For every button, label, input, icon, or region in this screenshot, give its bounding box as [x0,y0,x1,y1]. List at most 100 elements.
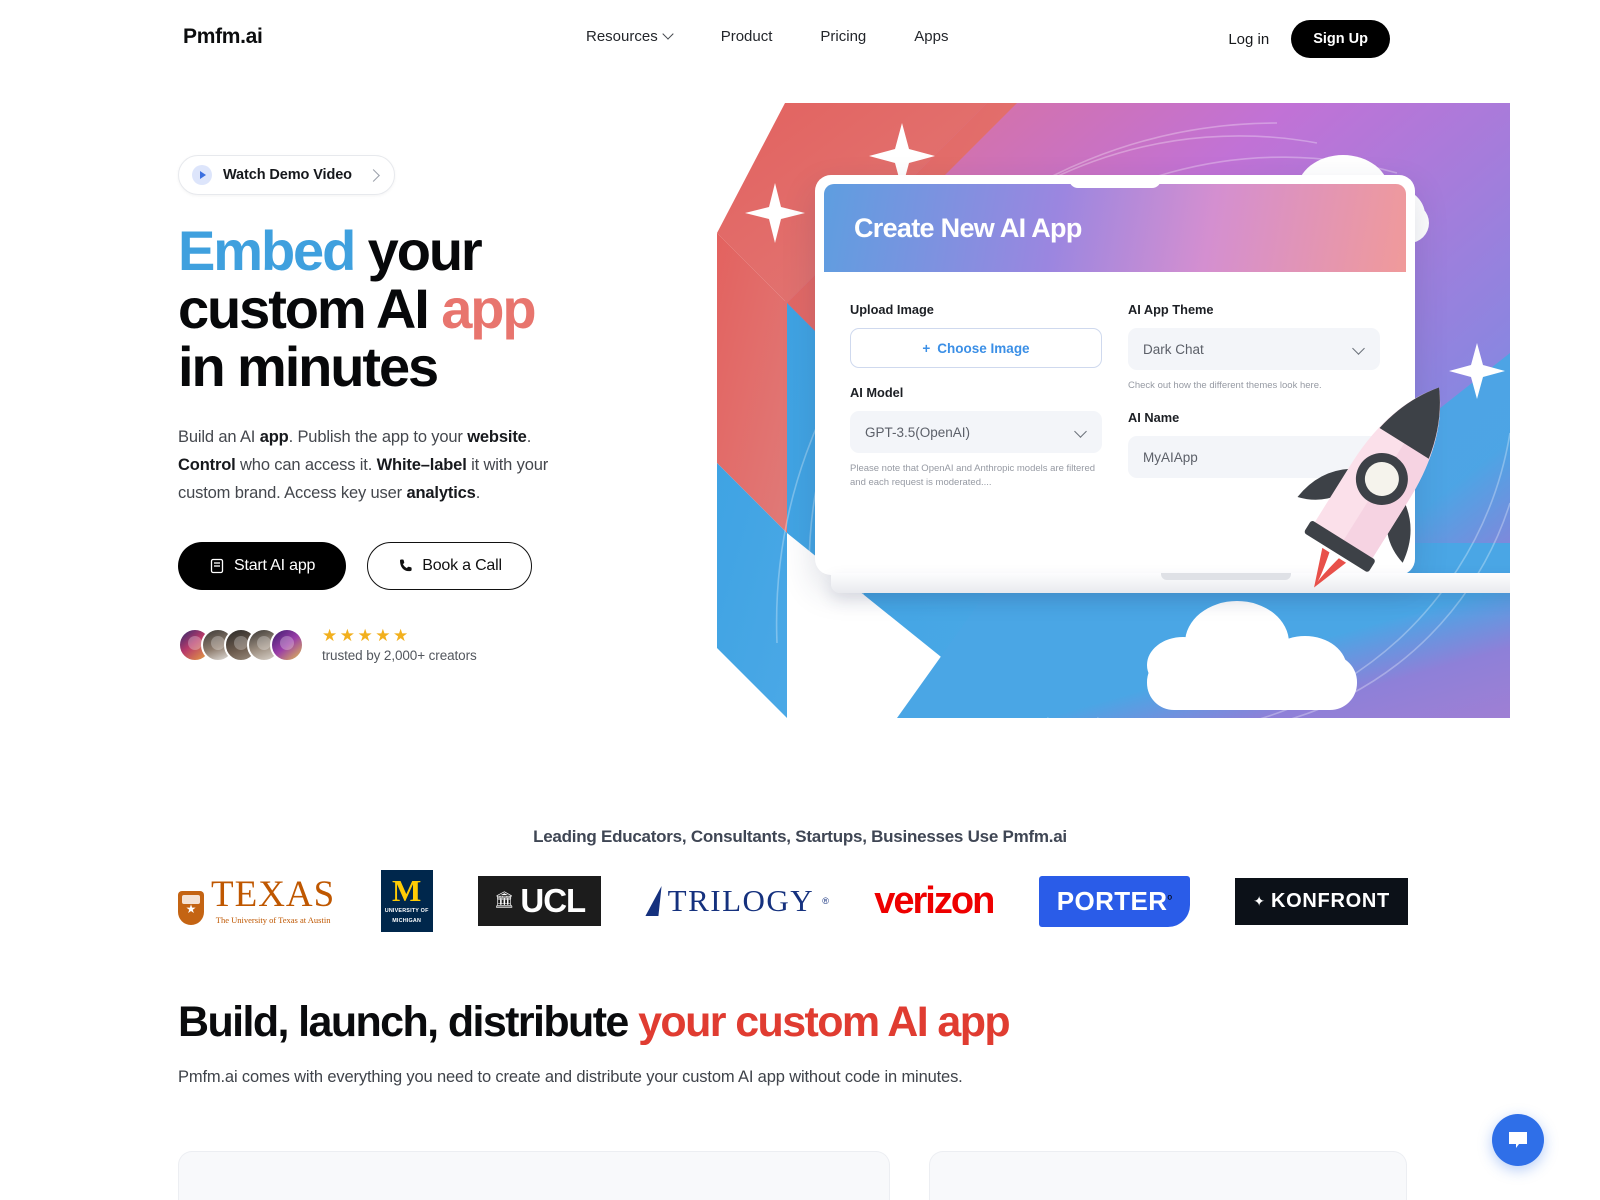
trilogy-triangle-icon [645,886,662,916]
michigan-m-letter: M [392,873,422,909]
top-navigation-bar: Pmfm.ai Resources Product Pricing Apps L… [0,0,1600,76]
chevron-down-icon [664,30,673,39]
document-icon [209,558,225,574]
ai-model-select[interactable]: GPT-3.5(OpenAI) [850,411,1102,453]
rating-block: ★★★★★ trusted by 2,000+ creators [322,627,477,663]
star-rating-icon: ★★★★★ [322,625,411,645]
brand-logo-konfront: ✦ KONFRONT [1235,868,1408,934]
verizon-wordmark: verizon [874,879,995,922]
michigan-line1: UNIVERSITY OF [384,908,429,915]
nav-link-resources-label: Resources [586,28,658,45]
watch-demo-video-button[interactable]: Watch Demo Video [178,155,395,195]
para-b1: app [259,427,289,446]
nav-link-pricing[interactable]: Pricing [820,28,866,45]
start-ai-app-button[interactable]: Start AI app [178,541,347,590]
book-a-call-label: Book a Call [422,556,502,574]
porter-degree-icon: º [1167,892,1172,907]
choose-image-label: Choose Image [937,340,1030,356]
ai-model-value: GPT-3.5(OpenAI) [865,424,971,440]
phone-icon [397,558,413,574]
watch-demo-video-label: Watch Demo Video [223,167,352,183]
section-title-black: Build, launch, distribute [178,998,639,1046]
upload-image-label: Upload Image [850,302,934,317]
porter-wordmark: PORTER [1056,885,1168,916]
para-t2: . Publish the app to your [288,427,468,446]
para-b3: Control [178,456,236,475]
page-title: Embed your custom AI app in minutes [178,219,698,399]
section-title: Build, launch, distribute your custom AI… [178,998,1011,1047]
headline-word-embed: Embed [178,219,356,282]
login-link[interactable]: Log in [1228,31,1269,48]
mockup-header: Create New AI App [824,184,1406,272]
brand-logo-strip: TEXAS The University of Texas at Austin … [178,868,1408,934]
landing-page: Pmfm.ai Resources Product Pricing Apps L… [0,0,1600,1200]
avatar [270,627,304,662]
brand-logo-ucl: 🏛 UCL [478,868,602,934]
chevron-down-icon [1354,344,1365,355]
para-b4: White–label [376,456,467,475]
play-icon [192,165,212,185]
ai-app-theme-label: AI App Theme [1128,302,1214,317]
para-t6: . [475,484,481,503]
hero-content: Watch Demo Video Embed your custom AI ap… [178,155,698,663]
brand-logo-michigan: M UNIVERSITY OF MICHIGAN [380,868,433,934]
signup-button[interactable]: Sign Up [1291,20,1390,58]
para-t3: . [526,427,532,446]
para-b5: analytics [406,484,476,503]
nav-link-product[interactable]: Product [721,28,773,45]
feature-card-left[interactable] [178,1151,890,1200]
mockup-title: Create New AI App [854,212,1082,243]
hero-cta-row: Start AI app Book a Call [178,541,698,590]
konfront-wordmark: KONFRONT [1271,889,1390,912]
brand-logo-verizon: verizon [874,868,995,934]
nav-link-resources[interactable]: Resources [586,28,673,45]
brands-heading: Leading Educators, Consultants, Startups… [533,827,1067,846]
ai-name-value: MyAIApp [1143,449,1198,465]
book-a-call-button[interactable]: Book a Call [367,541,532,590]
chat-widget-button[interactable] [1492,1114,1544,1166]
start-ai-app-label: Start AI app [234,556,316,574]
nav-auth-actions: Log in Sign Up [1228,20,1390,58]
hero-illustration: Create New AI App Upload Image + Choose … [717,103,1510,718]
headline-word-app: app [441,277,536,341]
ai-app-theme-value: Dark Chat [1143,341,1204,357]
trilogy-wordmark: TRILOGY [667,883,815,918]
chevron-right-icon [369,170,379,180]
laptop-notch [1069,175,1161,188]
choose-image-button[interactable]: + Choose Image [850,328,1102,368]
para-b2: website [467,427,527,446]
mockup-form-left-column: Upload Image + Choose Image AI Model GPT… [850,302,1102,491]
texas-wordmark: TEXAS [211,874,336,916]
rocket-icon [1297,387,1441,588]
texas-subtitle: The University of Texas at Austin [215,914,331,925]
chevron-down-icon [1076,427,1087,438]
headline-line2-a: custom AI [178,277,442,341]
ucl-portico-icon: 🏛 [494,892,515,909]
avatar-group [178,627,304,662]
brand-logo-texas: TEXAS The University of Texas at Austin [178,868,335,934]
section-subtitle: Pmfm.ai comes with everything you need t… [178,1068,963,1086]
michigan-line2: MICHIGAN [392,917,422,924]
brand-logo-porter: PORTERº [1038,868,1190,934]
ucl-wordmark: UCL [520,882,586,920]
nav-links: Resources Product Pricing Apps [586,28,948,45]
headline-line3: in minutes [178,335,439,399]
section-title-red: your custom AI app [638,998,1011,1046]
nav-link-apps[interactable]: Apps [914,28,948,45]
hero-description: Build an AI app. Publish the app to your… [178,423,590,508]
brand-logo-trilogy: TRILOGY ® [645,868,829,934]
ai-app-theme-select[interactable]: Dark Chat [1128,328,1380,370]
ai-model-hint: Please note that OpenAI and Anthropic mo… [850,463,1096,489]
para-t1: Build an AI [178,427,260,446]
konfront-mark-icon: ✦ [1253,892,1266,909]
para-t4: who can access it. [235,456,377,475]
trilogy-registered-icon: ® [822,896,829,906]
texas-shield-icon [178,890,204,925]
plus-icon: + [922,340,931,356]
chat-bubble-icon [1509,1132,1527,1148]
headline-part-your: your [354,219,483,282]
feature-card-right[interactable] [929,1151,1407,1200]
site-logo[interactable]: Pmfm.ai [183,25,263,49]
ai-model-label: AI Model [850,385,904,400]
social-proof: ★★★★★ trusted by 2,000+ creators [178,627,698,663]
